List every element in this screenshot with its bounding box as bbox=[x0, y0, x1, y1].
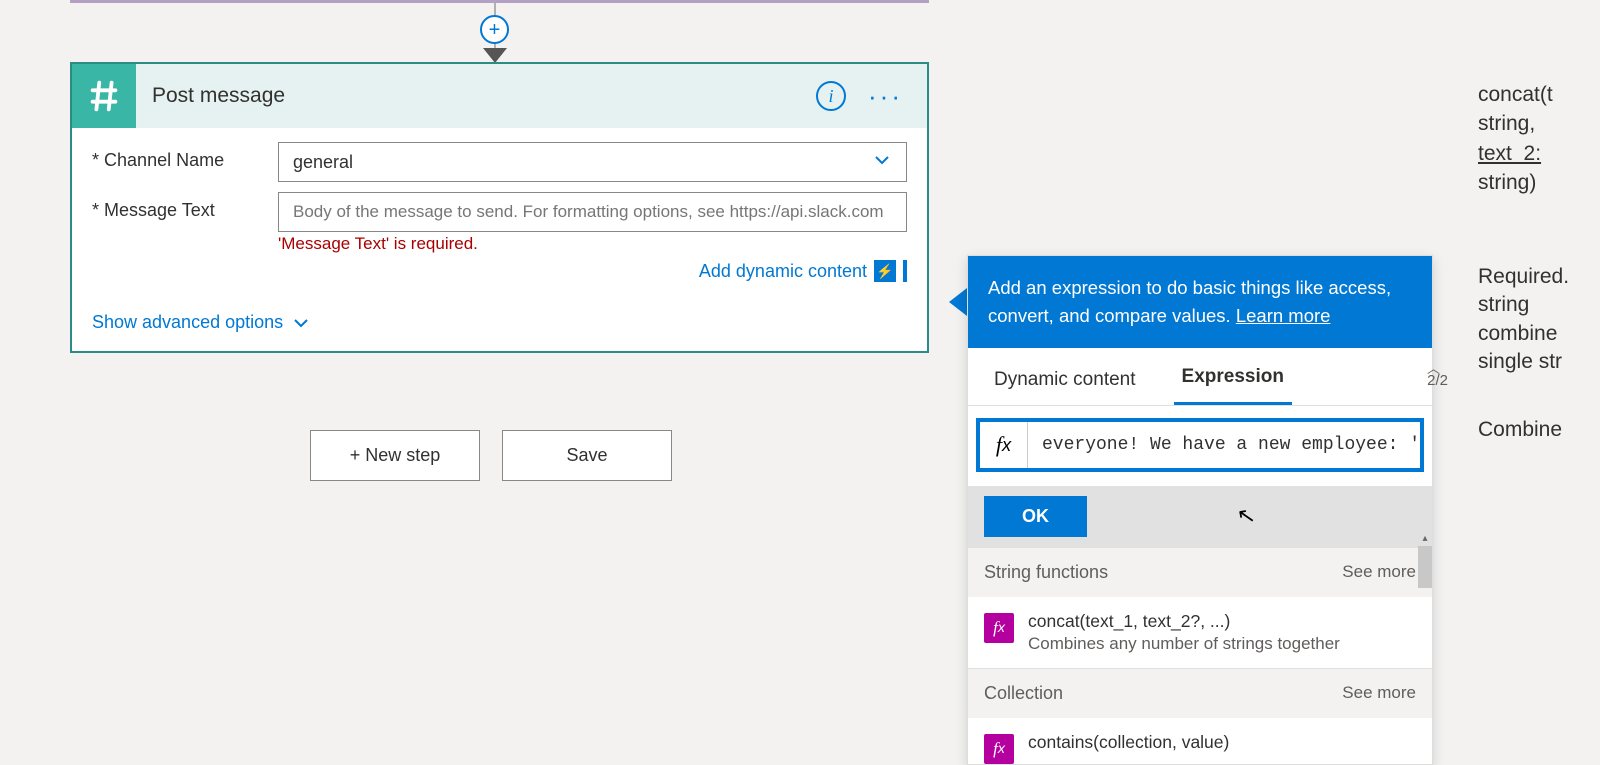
function-concat[interactable]: fx concat(text_1, text_2?, ...) Combines… bbox=[968, 597, 1432, 668]
flyout-pointer bbox=[949, 288, 967, 316]
section-label: String functions bbox=[984, 562, 1108, 583]
add-dynamic-content-link[interactable]: Add dynamic content ⚡ bbox=[699, 260, 907, 282]
info-icon[interactable]: i bbox=[816, 81, 846, 111]
save-button[interactable]: Save bbox=[502, 430, 672, 481]
slack-hash-icon bbox=[72, 64, 136, 128]
nav-count: 2/2 bbox=[1427, 372, 1448, 389]
card-body: * Channel Name general * Message Text Bo… bbox=[72, 128, 927, 351]
section-string-functions[interactable]: String functions See more bbox=[968, 547, 1432, 597]
message-text-row: * Message Text Body of the message to se… bbox=[92, 192, 907, 282]
message-text-input[interactable]: Body of the message to send. For formatt… bbox=[278, 192, 907, 232]
chevron-down-icon bbox=[872, 150, 892, 175]
more-menu-button[interactable]: ··· bbox=[868, 94, 903, 98]
help-signature: concat(t string, text_2: string) bbox=[1478, 80, 1600, 198]
channel-name-value: general bbox=[293, 152, 353, 173]
message-text-placeholder: Body of the message to send. For formatt… bbox=[293, 202, 884, 222]
scrollbar-up-icon[interactable]: ▴ bbox=[1418, 531, 1432, 545]
function-desc: Combines any number of strings together bbox=[1028, 634, 1340, 654]
channel-name-select[interactable]: general bbox=[278, 142, 907, 182]
tab-expression[interactable]: Expression bbox=[1174, 352, 1292, 405]
scrollbar-thumb[interactable] bbox=[1418, 546, 1432, 588]
ok-row: OK ↖ bbox=[968, 486, 1432, 547]
see-more-link[interactable]: See more bbox=[1342, 683, 1416, 703]
see-more-link[interactable]: See more bbox=[1342, 562, 1416, 582]
add-step-between-button[interactable]: + bbox=[480, 15, 509, 44]
function-title: contains(collection, value) bbox=[1028, 732, 1229, 753]
fx-icon: fx bbox=[980, 422, 1028, 468]
section-label: Collection bbox=[984, 683, 1063, 704]
function-title: concat(text_1, text_2?, ...) bbox=[1028, 611, 1340, 632]
channel-name-row: * Channel Name general bbox=[92, 142, 907, 182]
previous-step-edge bbox=[70, 0, 929, 3]
lightning-icon: ⚡ bbox=[874, 260, 896, 282]
chevron-down-icon bbox=[291, 313, 311, 333]
expression-flyout: Add an expression to do basic things lik… bbox=[967, 255, 1433, 765]
learn-more-link[interactable]: Learn more bbox=[1236, 305, 1331, 326]
message-text-error: 'Message Text' is required. bbox=[278, 234, 907, 254]
card-header[interactable]: Post message i ··· bbox=[72, 64, 927, 128]
channel-name-label: * Channel Name bbox=[92, 142, 278, 171]
dynamic-content-active-bar bbox=[903, 260, 907, 282]
flyout-banner: Add an expression to do basic things lik… bbox=[968, 256, 1432, 348]
message-text-label: * Message Text bbox=[92, 192, 278, 221]
footer-buttons: + New step Save bbox=[310, 430, 672, 481]
tab-dynamic-content[interactable]: Dynamic content bbox=[986, 355, 1144, 405]
mouse-cursor-icon: ↖ bbox=[1237, 503, 1255, 529]
fx-badge-icon: fx bbox=[984, 613, 1014, 643]
show-advanced-options-link[interactable]: Show advanced options bbox=[92, 312, 311, 333]
fx-badge-icon: fx bbox=[984, 734, 1014, 764]
new-step-button[interactable]: + New step bbox=[310, 430, 480, 481]
section-collection[interactable]: Collection See more bbox=[968, 668, 1432, 718]
help-description: Required. string combine single str Comb… bbox=[1478, 263, 1600, 445]
connector-arrowhead bbox=[483, 48, 507, 63]
card-title: Post message bbox=[136, 84, 816, 108]
expression-input-row: fx everyone! We have a new employee: ', … bbox=[976, 418, 1424, 472]
flyout-tabs: Dynamic content Expression ︿ 2/2 bbox=[968, 348, 1432, 406]
expression-input[interactable]: everyone! We have a new employee: ', ) bbox=[1028, 435, 1420, 455]
post-message-card: Post message i ··· * Channel Name genera… bbox=[70, 62, 929, 353]
ok-button[interactable]: OK bbox=[984, 496, 1087, 537]
